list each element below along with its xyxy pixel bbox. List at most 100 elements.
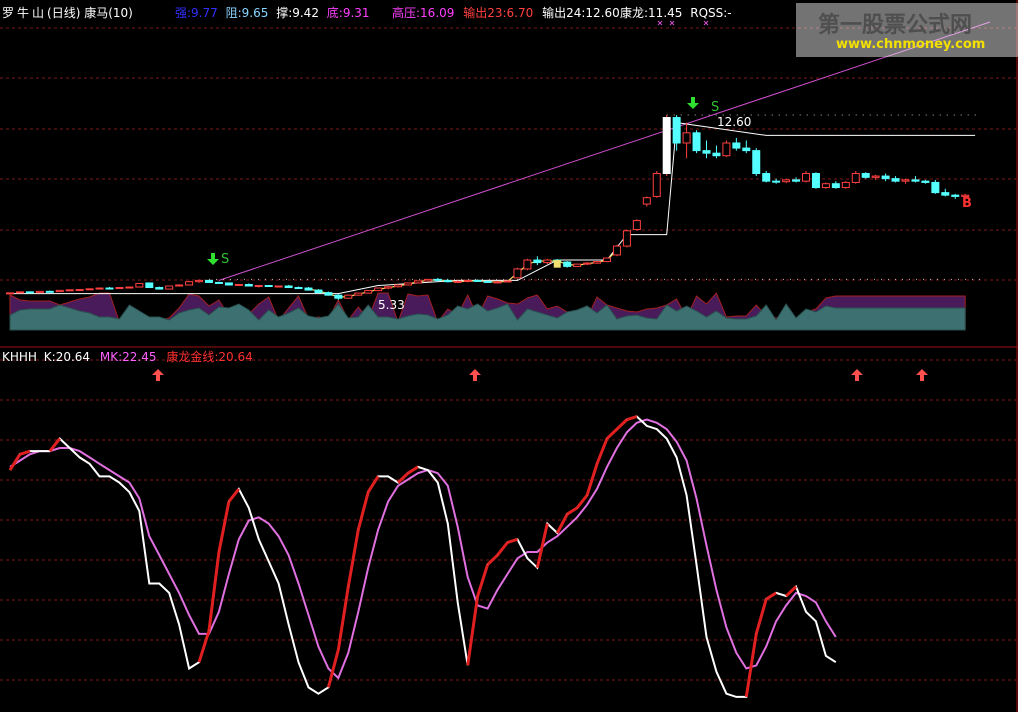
down-arrow-icon (207, 253, 219, 265)
candle-body (413, 280, 422, 284)
candle-body (682, 132, 691, 144)
trend-lines (10, 21, 991, 298)
candle-body (95, 287, 104, 290)
candle-body (384, 286, 393, 289)
candle-body (583, 262, 592, 265)
candle-body (782, 179, 791, 183)
candle-body (692, 132, 701, 152)
gold-line-segment (765, 591, 777, 601)
candle-body (841, 181, 850, 189)
stock-name: 罗牛山 (2, 6, 48, 20)
candle-body (593, 261, 602, 264)
candle-body (821, 183, 830, 189)
gold-line-segment (366, 475, 380, 493)
buy-mark: B (962, 196, 972, 211)
candle-body (931, 181, 940, 194)
candlestick-series[interactable] (6, 115, 970, 300)
candle-body (851, 173, 860, 183)
kd-k-value: K:20.64 (43, 350, 91, 364)
candle-body (612, 245, 621, 256)
kd-indicator[interactable] (8, 415, 837, 698)
candle-body (483, 280, 492, 283)
value-gaoya: 高压:16.09 (392, 6, 455, 20)
mk-line (9, 418, 837, 680)
candle-body (662, 117, 671, 175)
candle-body (244, 283, 253, 287)
candle-body (15, 291, 24, 294)
candle-body (214, 281, 223, 284)
bottom-gridlines (0, 359, 1016, 681)
indicator-values-2: 高压:16.09 输出23:6.70 输出24:12.60 (392, 6, 620, 20)
candle-body (891, 178, 900, 182)
value-rqss: RQSS:- (690, 6, 732, 20)
gold-line-segment (19, 449, 31, 456)
candle-body (135, 282, 144, 288)
candle-body (702, 150, 711, 154)
cross-mark-icon (669, 20, 675, 26)
gold-line-segment (217, 501, 231, 553)
candle-body (165, 285, 174, 290)
candle-body (264, 284, 273, 288)
candle-body (404, 282, 412, 286)
candle-body (792, 179, 801, 182)
kd-name: KHHH (2, 350, 37, 364)
value-out24: 输出24:12.60 (542, 6, 620, 20)
gold-line-segment (476, 564, 490, 597)
candle-body (185, 281, 194, 286)
candle-body (115, 287, 124, 290)
candle-body (712, 152, 721, 157)
value-out23: 输出23:6.70 (463, 6, 534, 20)
candle-body (304, 287, 313, 291)
candle-body (811, 173, 820, 189)
gold-line-segment (227, 488, 241, 503)
candle-body (473, 279, 482, 282)
indicator-values: 强:9.77 阻:9.65 撑:9.42 底:9.31 (175, 6, 370, 20)
candle-body (195, 279, 204, 283)
candle-body (901, 179, 910, 182)
candle-body (35, 290, 44, 294)
candle-body (314, 289, 323, 294)
candle-body (224, 282, 233, 286)
candle-body (722, 142, 731, 157)
gold-line-segment (407, 465, 419, 475)
candle-body (881, 175, 890, 180)
up-arrow-icon (152, 369, 164, 381)
candle-body (125, 286, 134, 289)
value-kanglong: 康龙:11.45 (620, 6, 683, 20)
candle-body (463, 279, 472, 282)
value-qiang: 强:9.77 (175, 6, 218, 20)
gold-line-segment (466, 595, 480, 666)
candle-body (105, 287, 114, 290)
gold-line-segment (486, 554, 499, 566)
sell-mark-1: S (221, 252, 230, 267)
candle-body (374, 287, 383, 292)
value-di: 底:9.31 (326, 6, 370, 20)
gold-line-segment (207, 551, 221, 631)
candle-body (742, 147, 751, 152)
bottom-header: KHHH K:20.64 MK:22.45 康龙金线:20.64 (2, 350, 253, 364)
candle-body (6, 292, 14, 295)
up-arrow-icon (851, 369, 863, 381)
candle-body (772, 180, 781, 183)
watermark: 第一股票公式网 www.chnmoney.com (796, 3, 1018, 57)
candle-body (752, 150, 761, 175)
candle-body (453, 280, 462, 283)
down-arrow-icon (687, 97, 699, 109)
highlight-candle (553, 260, 561, 268)
candle-body (85, 288, 94, 291)
candle-body (861, 173, 870, 178)
candle-body (334, 294, 343, 299)
candle-body (55, 289, 64, 293)
candle-body (205, 279, 213, 283)
gold-line-segment (626, 415, 638, 422)
top-gridlines (0, 27, 1016, 281)
gold-line-segment (566, 506, 578, 516)
gold-line-segment (605, 428, 618, 440)
gold-line-segment (496, 541, 509, 557)
candle-body (234, 283, 243, 286)
candle-body (45, 290, 54, 293)
candle-body (642, 197, 651, 205)
candle-body (503, 280, 512, 283)
candle-body (274, 285, 283, 288)
stock-period: (日线) (47, 6, 81, 20)
